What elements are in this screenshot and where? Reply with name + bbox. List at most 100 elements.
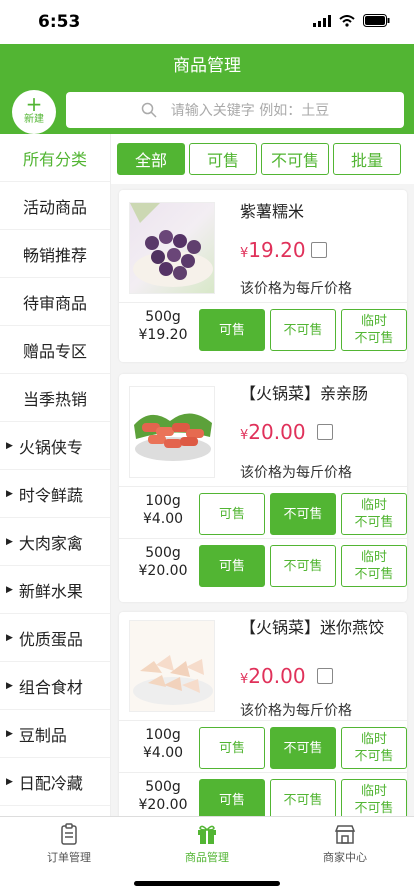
spec-row: 500g ¥19.20 可售 不可售 临时 不可售 (119, 302, 407, 351)
search-input[interactable]: 请输入关键字 例如：土豆 (66, 92, 404, 128)
temp-unsell-line2: 不可售 (354, 567, 394, 582)
sidebar-item-seasonal[interactable]: 当季热销 (0, 374, 110, 422)
temp-unsell-line2: 不可售 (354, 515, 394, 530)
spec-price: ¥20.00 (138, 797, 188, 813)
price-value: 20.00 (248, 664, 306, 688)
clipboard-icon (61, 823, 77, 845)
sidebar-item-label: 赠品专区 (22, 341, 87, 361)
sidebar-item-meat[interactable]: ▶ 大肉家禽 (0, 518, 110, 566)
spec-price: ¥20.00 (138, 563, 188, 579)
spec-info: 500g ¥20.00 (133, 544, 193, 580)
home-indicator (134, 881, 280, 886)
sidebar-item-label: 畅销推荐 (22, 245, 87, 265)
temp-unsell-line2: 不可售 (354, 801, 394, 816)
edit-price-icon[interactable] (317, 424, 333, 440)
sidebar-item-gift[interactable]: 赠品专区 (0, 326, 110, 374)
sidebar-item-chilled[interactable]: ▶ 日配冷藏 (0, 758, 110, 806)
edit-price-icon[interactable] (311, 242, 327, 258)
temp-unsell-line1: 临时 (360, 784, 387, 799)
caret-right-icon: ▶ (6, 536, 13, 547)
temp-unsell-button[interactable]: 临时 不可售 (341, 493, 407, 535)
temp-unsell-button[interactable]: 临时 不可售 (341, 545, 407, 587)
sell-button[interactable]: 可售 (199, 545, 265, 587)
tab-merchant-label: 商家中心 (323, 851, 367, 864)
filter-tabs: 全部 可售 不可售 批量 (111, 134, 414, 184)
sell-button[interactable]: 可售 (199, 779, 265, 816)
sidebar-item-all[interactable]: 所有分类 (0, 134, 110, 182)
tab-orders[interactable]: 订单管理 (19, 823, 119, 865)
spec-row: 100g ¥4.00 可售 不可售 临时 不可售 (119, 720, 407, 769)
sell-button[interactable]: 可售 (199, 309, 265, 351)
category-sidebar: 所有分类 活动商品 畅销推荐 待审商品 赠品专区 当季热销 ▶ 火锅侠专 ▶ 时令鲜… (0, 134, 111, 816)
new-button-label: 新建 (24, 114, 44, 125)
unsell-button[interactable]: 不可售 (270, 309, 336, 351)
tab-batch[interactable]: 批量 (333, 143, 401, 175)
unsell-button[interactable]: 不可售 (270, 779, 336, 816)
caret-right-icon: ▶ (6, 584, 13, 595)
spec-info: 100g ¥4.00 (133, 726, 193, 762)
gift-icon (198, 825, 216, 844)
sidebar-item-label: 优质蛋品 (18, 629, 83, 649)
unsell-button[interactable]: 不可售 (270, 545, 336, 587)
product-card[interactable]: 紫薯糯米 ¥19.20 该价格为每斤价格 500g ¥19.20 可售 不可售 临… (119, 190, 407, 362)
wifi-icon (339, 14, 355, 27)
product-card[interactable]: 【火锅菜】迷你燕饺 ¥20.00 该价格为每斤价格 100g ¥4.00 可售 不… (119, 612, 407, 816)
unsell-button[interactable]: 不可售 (270, 493, 336, 535)
plus-icon: + (25, 92, 43, 116)
spec-row: 500g ¥20.00 可售 不可售 临时 不可售 (119, 772, 407, 816)
purple-rice-balls-image (130, 203, 213, 287)
spec-info: 500g ¥20.00 (133, 778, 193, 814)
product-name: 【火锅菜】亲亲肠 (240, 384, 369, 403)
spec-weight: 500g (145, 779, 181, 795)
spec-price: ¥4.00 (142, 511, 184, 527)
tab-all[interactable]: 全部 (117, 143, 185, 175)
temp-unsell-line1: 临时 (360, 550, 387, 565)
shop-icon (334, 825, 356, 844)
tab-on-sale[interactable]: 可售 (189, 143, 257, 175)
sell-button[interactable]: 可售 (199, 493, 265, 535)
sidebar-item-fruit[interactable]: ▶ 新鲜水果 (0, 566, 110, 614)
sidebar-item-hotpot[interactable]: ▶ 火锅侠专 (0, 422, 110, 470)
temp-unsell-line1: 临时 (360, 314, 387, 329)
sidebar-item-tofu[interactable]: ▶ 豆制品 (0, 710, 110, 758)
product-name: 紫薯糯米 (240, 202, 305, 221)
sidebar-item-eggs[interactable]: ▶ 优质蛋品 (0, 614, 110, 662)
price-note: 该价格为每斤价格 (240, 281, 352, 297)
tab-merchant[interactable]: 商家中心 (295, 823, 395, 865)
tab-products[interactable]: 商品管理 (157, 823, 257, 865)
new-product-button[interactable]: + 新建 (12, 90, 56, 134)
sidebar-item-bestseller[interactable]: 畅销推荐 (0, 230, 110, 278)
edit-price-icon[interactable] (317, 668, 333, 684)
tab-off-sale[interactable]: 不可售 (261, 143, 329, 175)
product-card[interactable]: 【火锅菜】亲亲肠 ¥20.00 该价格为每斤价格 100g ¥4.00 可售 不可… (119, 374, 407, 602)
caret-right-icon: ▶ (6, 680, 13, 691)
sell-button[interactable]: 可售 (199, 727, 265, 769)
caret-right-icon: ▶ (6, 728, 13, 739)
caret-right-icon: ▶ (6, 488, 13, 499)
unsell-button[interactable]: 不可售 (270, 727, 336, 769)
temp-unsell-button[interactable]: 临时 不可售 (341, 309, 407, 351)
dumpling-image (133, 655, 213, 705)
temp-unsell-button[interactable]: 临时 不可售 (341, 779, 407, 816)
product-image (129, 202, 215, 294)
sidebar-item-label: 新鲜水果 (18, 581, 83, 601)
temp-unsell-button[interactable]: 临时 不可售 (341, 727, 407, 769)
status-time: 6:53 (38, 12, 81, 32)
product-price: ¥20.00 (240, 420, 306, 444)
sidebar-item-combo[interactable]: ▶ 组合食材 (0, 662, 110, 710)
caret-right-icon: ▶ (6, 440, 13, 451)
price-note: 该价格为每斤价格 (240, 703, 352, 719)
sidebar-item-pending[interactable]: 待审商品 (0, 278, 110, 326)
signal-icon (313, 14, 331, 27)
spec-row: 500g ¥20.00 可售 不可售 临时 不可售 (119, 538, 407, 587)
sidebar-item-label: 所有分类 (22, 149, 87, 169)
spec-info: 500g ¥19.20 (133, 308, 193, 344)
sidebar-item-activity[interactable]: 活动商品 (0, 182, 110, 230)
sidebar-item-label: 组合食材 (18, 677, 83, 697)
page-header: 商品管理 (0, 44, 414, 88)
sausage-image (134, 413, 212, 461)
temp-unsell-line1: 临时 (360, 732, 387, 747)
product-list-area[interactable]: 全部 可售 不可售 批量 紫薯糯米 ¥19.20 该价格为每斤价格 500g ¥1… (111, 134, 414, 816)
tab-products-label: 商品管理 (185, 851, 229, 864)
sidebar-item-vegetables[interactable]: ▶ 时令鲜蔬 (0, 470, 110, 518)
